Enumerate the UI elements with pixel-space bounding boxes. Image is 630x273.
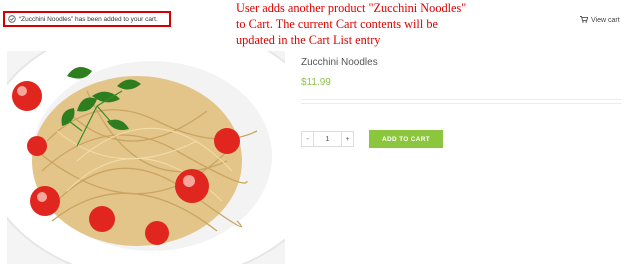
product-price: $11.99 [301, 77, 331, 88]
view-cart-label: View cart [591, 17, 620, 24]
divider [301, 103, 621, 104]
annotation-text: User adds another product "Zucchini Nood… [236, 0, 536, 48]
quantity-input[interactable]: 1 [314, 131, 341, 147]
cart-notice-text: “Zucchini Noodles” has been added to you… [19, 15, 158, 23]
annotation-line: User adds another product "Zucchini Nood… [236, 1, 467, 15]
product-title: Zucchini Noodles [301, 57, 378, 68]
add-to-cart-button[interactable]: ADD TO CART [369, 130, 443, 148]
cart-icon [580, 16, 589, 25]
view-cart-link[interactable]: View cart [580, 16, 620, 25]
quantity-stepper: - 1 + [301, 131, 354, 147]
quantity-increase-button[interactable]: + [341, 131, 354, 147]
cart-notice: “Zucchini Noodles” has been added to you… [3, 11, 171, 27]
annotation-line: to Cart. The current Cart contents will … [236, 17, 438, 31]
divider [301, 99, 621, 100]
annotation-line: updated in the Cart List entry [236, 33, 381, 47]
product-image [7, 51, 285, 264]
quantity-decrease-button[interactable]: - [301, 131, 314, 147]
check-circle-icon [8, 15, 16, 23]
